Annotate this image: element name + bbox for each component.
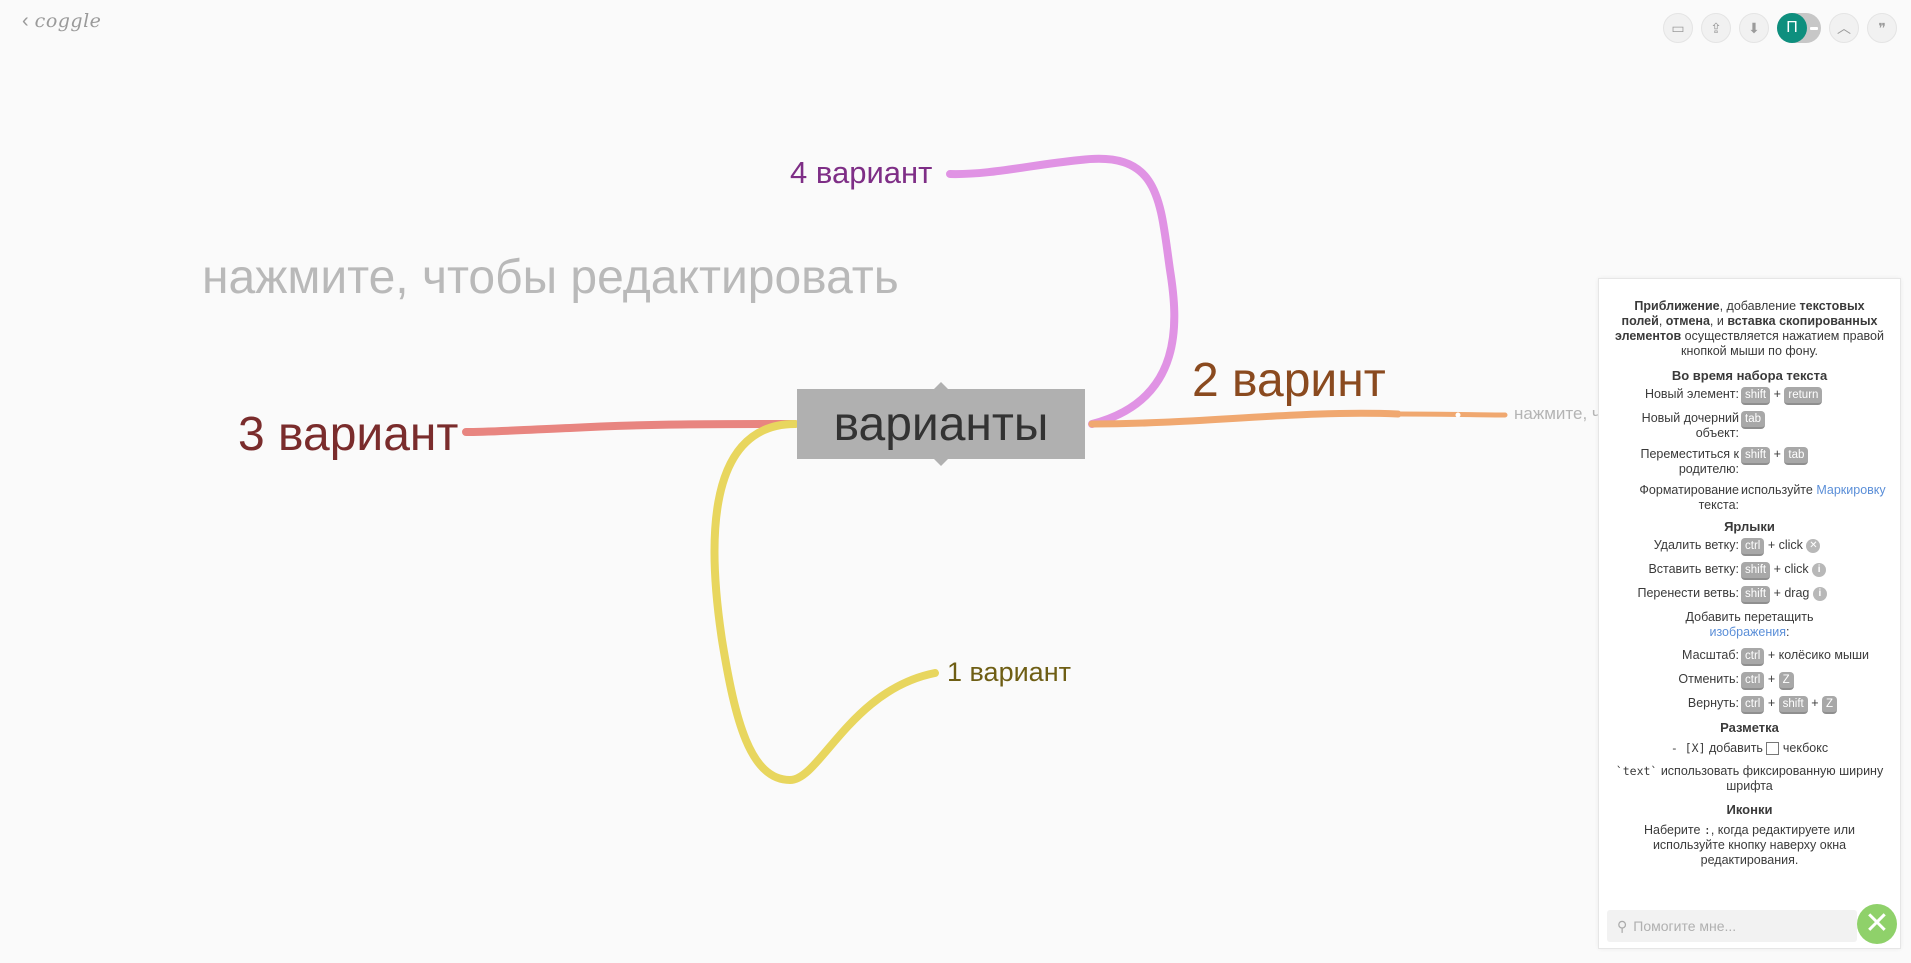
help-intro: Приближение, добавление текстовых полей,… bbox=[1613, 299, 1886, 359]
add-branch-bottom-handle[interactable] bbox=[934, 459, 948, 466]
click-text: + click bbox=[1767, 538, 1803, 552]
shortcut-move-branch: Перенести ветвь: shift + drag i bbox=[1613, 586, 1886, 604]
checkbox-code: - [X] bbox=[1670, 741, 1706, 755]
markup-heading: Разметка bbox=[1720, 720, 1779, 735]
zoom-text: + колёсико мыши bbox=[1767, 648, 1869, 662]
plus-sign: + bbox=[1773, 387, 1781, 401]
markdown-link[interactable]: Маркировку bbox=[1816, 483, 1885, 497]
icons-hint: Наберите :, когда редактируете или испол… bbox=[1613, 823, 1886, 868]
key-tab: tab bbox=[1741, 411, 1765, 429]
shortcut-undo: Отменить: ctrl + Z bbox=[1613, 672, 1886, 690]
typing-heading: Во время набора текста bbox=[1671, 368, 1828, 383]
sub-branch-hint[interactable]: нажмите, ч bbox=[1514, 404, 1601, 424]
key-ctrl: ctrl bbox=[1741, 696, 1765, 714]
shortcut-format: Форматирование текста: используйте Марки… bbox=[1613, 483, 1886, 513]
checkbox-after: чекбокс bbox=[1779, 741, 1829, 755]
key-ctrl: ctrl bbox=[1741, 538, 1765, 556]
click-text: + click bbox=[1773, 562, 1809, 576]
shortcut-redo: Вернуть: ctrl + shift + Z bbox=[1613, 696, 1886, 714]
mono-text: использовать фиксированную ширину шрифта bbox=[1657, 764, 1884, 793]
shortcut-delete-branch: Удалить ветку: ctrl + click ✕ bbox=[1613, 538, 1886, 556]
add-image-hint: Добавить перетащить изображения: bbox=[1613, 610, 1886, 640]
info-icon: i bbox=[1812, 562, 1827, 577]
shortcut-label: Вставить ветку: bbox=[1648, 562, 1739, 576]
add-branch-top-handle[interactable] bbox=[934, 382, 948, 389]
branch-line-v4[interactable] bbox=[946, 154, 1179, 428]
shortcut-move-parent: Переместиться к родителю: shift + tab bbox=[1613, 447, 1886, 477]
help-search-input[interactable] bbox=[1633, 918, 1834, 934]
plus-sign: + bbox=[1767, 696, 1776, 710]
info-icon: i bbox=[1812, 586, 1827, 601]
key-shift: shift bbox=[1741, 387, 1771, 405]
plus-sign: + bbox=[1811, 696, 1819, 710]
shortcut-label: Новый дочерний объект: bbox=[1641, 411, 1739, 440]
key-ctrl: ctrl bbox=[1741, 672, 1765, 690]
checkbox-text: добавить bbox=[1705, 741, 1767, 755]
add-image-text: Добавить перетащить bbox=[1685, 610, 1814, 624]
shortcut-label: Новый элемент: bbox=[1644, 387, 1739, 401]
format-use-text: используйте bbox=[1741, 483, 1817, 497]
search-icon: ⚲ bbox=[1617, 917, 1628, 934]
shortcut-label: Отменить: bbox=[1678, 672, 1739, 686]
shortcut-label: Перенести ветвь: bbox=[1637, 586, 1739, 600]
mono-code: `text` bbox=[1615, 764, 1658, 778]
shortcut-new-child: Новый дочерний объект: tab bbox=[1613, 411, 1886, 441]
markup-mono-hint: `text` использовать фиксированную ширину… bbox=[1613, 764, 1886, 794]
key-return: return bbox=[1784, 387, 1823, 405]
key-shift: shift bbox=[1741, 586, 1771, 604]
icons-code: : bbox=[1703, 823, 1711, 837]
plus-sign: + bbox=[1767, 672, 1776, 686]
key-ctrl: ctrl bbox=[1741, 648, 1765, 666]
intro-sep1: , добавление bbox=[1719, 299, 1800, 313]
shortcut-label: Удалить ветку: bbox=[1653, 538, 1739, 552]
key-z: Z bbox=[1778, 672, 1794, 690]
colon: : bbox=[1786, 625, 1790, 639]
branch-node-v1[interactable]: 1 вариант bbox=[947, 657, 1071, 688]
shortcut-new-element: Новый элемент: shift + return bbox=[1613, 387, 1886, 405]
sub-branch-dot bbox=[1455, 412, 1461, 418]
shortcut-label: Переместиться к родителю: bbox=[1640, 447, 1739, 476]
shortcut-label: Вернуть: bbox=[1687, 696, 1739, 710]
key-shift: shift bbox=[1741, 562, 1771, 580]
intro-sep2: , bbox=[1658, 314, 1666, 328]
intro-sep3: , и bbox=[1709, 314, 1728, 328]
branch-line-v1[interactable] bbox=[710, 420, 939, 785]
help-search: ⚲ bbox=[1607, 910, 1857, 942]
checkbox-icon bbox=[1766, 742, 1780, 756]
markup-checkbox-hint: - [X] добавить чекбокс bbox=[1613, 741, 1886, 756]
icons-text-1: Наберите bbox=[1644, 823, 1704, 837]
branch-node-v4[interactable]: 4 вариант bbox=[790, 155, 932, 191]
shortcut-label: Форматирование текста: bbox=[1639, 483, 1739, 512]
shortcut-zoom: Масштаб: ctrl + колёсико мыши bbox=[1613, 648, 1886, 666]
icons-heading: Иконки bbox=[1726, 802, 1773, 817]
close-help-button[interactable]: ✕ bbox=[1857, 904, 1897, 944]
edit-hint-text[interactable]: нажмите, чтобы редактировать bbox=[202, 250, 899, 305]
plus-sign: + bbox=[1773, 447, 1781, 461]
intro-zoom: Приближение bbox=[1634, 299, 1720, 313]
center-node-label: варианты bbox=[833, 397, 1049, 451]
branch-line-v2[interactable] bbox=[1088, 409, 1402, 428]
branch-node-v2[interactable]: 2 варинт bbox=[1192, 353, 1386, 408]
delete-branch-icon: ✕ bbox=[1806, 538, 1821, 553]
intro-rest: осуществляется нажатием правой кнопкой м… bbox=[1681, 329, 1884, 358]
key-tab: tab bbox=[1784, 447, 1809, 465]
shortcuts-heading: Ярлыки bbox=[1724, 519, 1775, 534]
center-node[interactable]: варианты bbox=[797, 382, 1085, 466]
images-link[interactable]: изображения bbox=[1709, 625, 1786, 639]
branch-line-v3[interactable] bbox=[462, 420, 799, 436]
drag-text: + drag bbox=[1773, 586, 1810, 600]
shortcut-insert-branch: Вставить ветку: shift + click i bbox=[1613, 562, 1886, 580]
key-z: Z bbox=[1822, 696, 1838, 714]
close-icon: ✕ bbox=[1864, 907, 1890, 940]
key-shift: shift bbox=[1741, 447, 1771, 465]
intro-undo: отмена bbox=[1665, 314, 1710, 328]
branch-node-v3[interactable]: 3 вариант bbox=[238, 407, 458, 462]
branch-line-v2-sub[interactable] bbox=[1395, 411, 1508, 418]
shortcut-label: Масштаб: bbox=[1682, 648, 1739, 662]
help-panel: Приближение, добавление текстовых полей,… bbox=[1598, 278, 1901, 949]
key-shift: shift bbox=[1778, 696, 1808, 714]
